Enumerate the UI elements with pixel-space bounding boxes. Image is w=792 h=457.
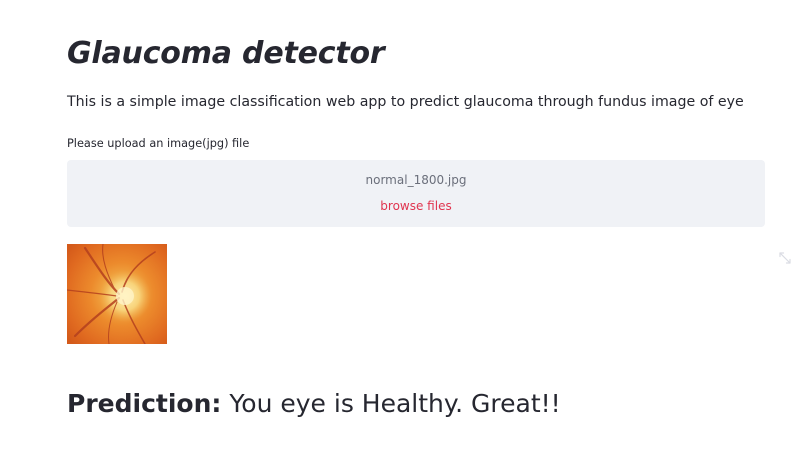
app-page: Glaucoma detector This is a simple image…: [0, 0, 792, 457]
browse-files-label[interactable]: browse files: [380, 199, 451, 213]
uploaded-file-name: normal_1800.jpg: [365, 173, 467, 187]
file-dropzone[interactable]: normal_1800.jpg browse files: [67, 160, 765, 227]
upload-label: Please upload an image(jpg) file: [67, 137, 250, 150]
fullscreen-expand-icon[interactable]: [778, 251, 792, 265]
fundus-image: [67, 244, 167, 344]
prediction-text: You eye is Healthy. Great!!: [229, 389, 561, 418]
browse-files-link[interactable]: browse files: [67, 198, 765, 214]
page-title: Glaucoma detector: [67, 36, 385, 71]
app-description: This is a simple image classification we…: [67, 94, 744, 110]
prediction-label: Prediction:: [67, 389, 222, 418]
prediction-result: Prediction: You eye is Healthy. Great!!: [67, 386, 561, 422]
